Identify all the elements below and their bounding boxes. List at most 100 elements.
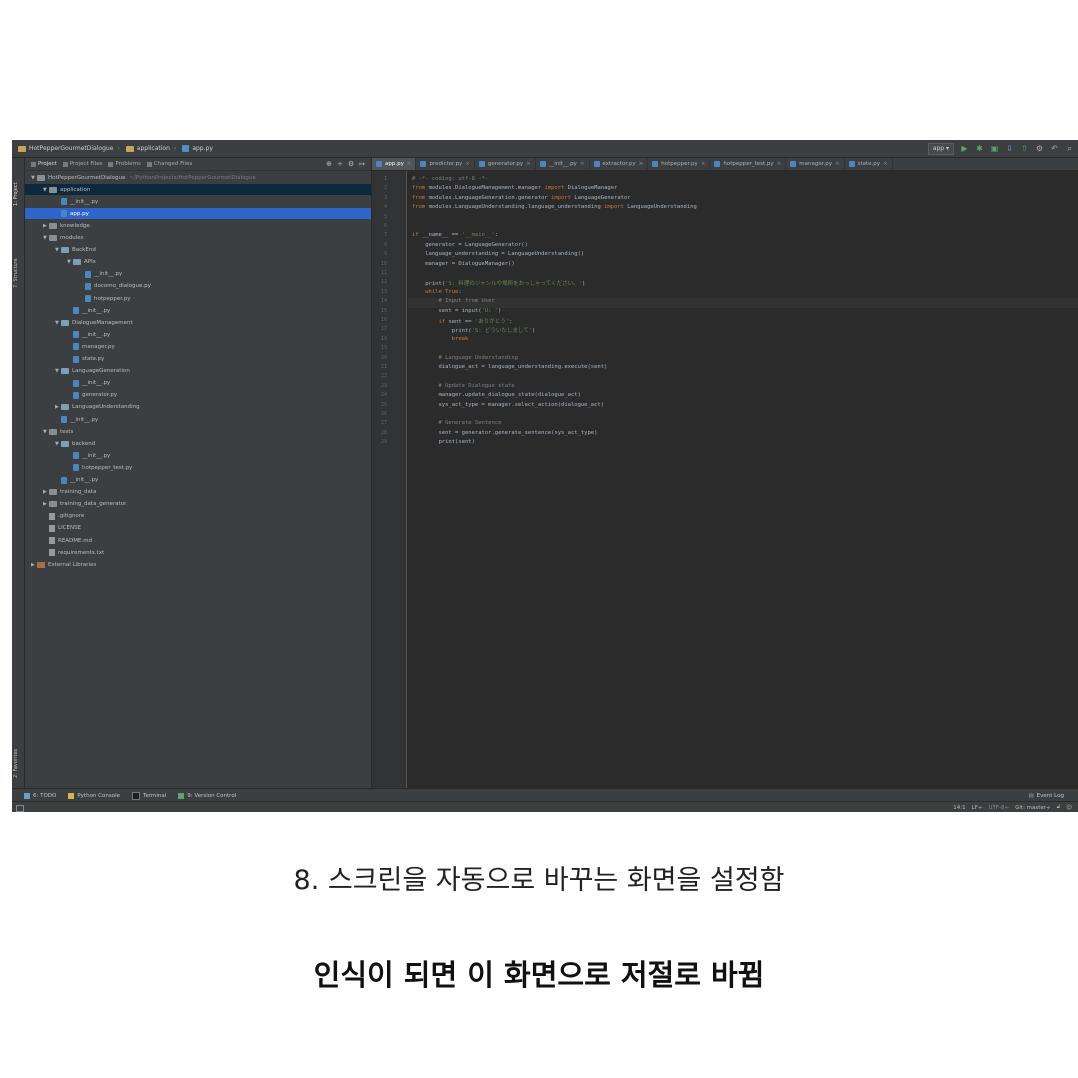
tree-item[interactable]: __init__.py — [25, 329, 371, 340]
settings-icon[interactable]: ⚙ — [1035, 144, 1044, 153]
editor-tab[interactable]: predictor.py × — [416, 158, 475, 170]
breadcrumb-project[interactable]: HotPepperGourmetDialogue › — [18, 145, 120, 152]
code-line[interactable]: if sent == 'ありがとう': — [412, 317, 512, 325]
editor-tab[interactable]: manager.py × — [786, 158, 845, 170]
code-line[interactable]: if __name__ == '__main__': — [412, 232, 498, 238]
code-line[interactable]: dialogue_act = language_understanding.ex… — [412, 364, 607, 370]
tree-item[interactable]: ▼ LanguageGeneration — [25, 366, 371, 377]
code-line[interactable]: while True: — [412, 289, 461, 295]
tree-item[interactable]: ▶ training_data_generator — [25, 499, 371, 510]
editor-tab[interactable]: state.py × — [845, 158, 893, 170]
tree-item[interactable]: ▼ DialogueManagement — [25, 317, 371, 328]
run-config-select[interactable]: app ▾ — [927, 142, 954, 155]
close-icon[interactable]: × — [580, 161, 585, 167]
tree-item[interactable]: requirements.txt — [25, 547, 371, 558]
tree-item[interactable]: ▼ modules — [25, 233, 371, 244]
code-line[interactable]: from modules.DialogueManagement.manager … — [412, 185, 617, 191]
code-line[interactable]: # Input from User — [412, 298, 494, 304]
code-line[interactable]: manager.update_dialogue_state(dialogue_a… — [412, 392, 580, 398]
editor-tab[interactable]: hotpepper.py × — [648, 158, 711, 170]
tree-item[interactable]: README.md — [25, 535, 371, 546]
code-line[interactable]: generator = LanguageGenerator() — [412, 242, 528, 248]
code-line[interactable]: # Update Dialogue state — [412, 383, 514, 389]
tree-item[interactable]: generator.py — [25, 390, 371, 401]
editor-tab[interactable]: hotpepper_test.py × — [710, 158, 787, 170]
undo-icon[interactable]: ↶ — [1050, 144, 1059, 153]
hector-icon[interactable]: ☺ — [1066, 805, 1072, 811]
tree-item[interactable]: app.py — [25, 208, 371, 220]
close-icon[interactable]: × — [701, 161, 706, 167]
tree-item[interactable]: __init__.py — [25, 196, 371, 207]
editor-tab[interactable]: generator.py × — [475, 158, 536, 170]
terminal-button[interactable]: Terminal — [132, 791, 166, 800]
project-tab[interactable]: Problems — [108, 161, 141, 167]
code-line[interactable]: sent = generator.generate_sentence(sys_a… — [412, 430, 597, 436]
tree-item[interactable]: ▼ tests — [25, 426, 371, 437]
tree-item[interactable]: __init__.py — [25, 475, 371, 486]
locate-icon[interactable]: ⊕ — [326, 160, 332, 168]
tree-item[interactable]: ▼ backend — [25, 438, 371, 449]
breadcrumb-folder[interactable]: application › — [125, 145, 176, 152]
code-line[interactable]: # -*- coding: utf-8 -*- — [412, 176, 488, 182]
hide-icon[interactable]: ↦ — [359, 160, 365, 168]
close-icon[interactable]: × — [835, 161, 840, 167]
tree-item[interactable]: ▼ APIs — [25, 257, 371, 268]
line-separator[interactable]: LF÷ — [972, 805, 983, 811]
editor-tab[interactable]: extractor.py × — [590, 158, 649, 170]
tree-item[interactable]: ▶ LanguageUnderstanding — [25, 402, 371, 413]
tree-item[interactable]: __init__.py — [25, 305, 371, 316]
code-line[interactable]: # Language Understanding — [412, 355, 517, 361]
tool-windows-icon[interactable] — [16, 805, 24, 812]
version-control-button[interactable]: 9: Version Control — [178, 792, 236, 799]
code-line[interactable]: print('S: 料理のジャンルや場所をおっしゃってください。') — [412, 279, 585, 287]
editor-tab[interactable]: __init__.py × — [536, 158, 590, 170]
code-line[interactable]: sys_act_type = manager.select_action(dia… — [412, 402, 604, 408]
tree-item[interactable]: ▶ training_data — [25, 487, 371, 498]
code-line[interactable]: # Generate Sentence — [412, 420, 501, 426]
tree-item[interactable]: state.py — [25, 354, 371, 365]
gear-icon[interactable]: ⚙ — [348, 160, 354, 168]
close-icon[interactable]: × — [883, 161, 888, 167]
tree-item[interactable]: .gitignore — [25, 511, 371, 522]
tree-item[interactable]: ▼ HotPepperGourmetDialogue ~/PythonProject… — [25, 172, 371, 183]
tree-item[interactable]: manager.py — [25, 341, 371, 352]
file-encoding[interactable]: UTF-8÷ — [988, 805, 1009, 811]
code-line[interactable]: break — [412, 336, 469, 342]
code-line[interactable]: print('S: どういたしまして') — [412, 326, 536, 334]
code-line[interactable]: from modules.LanguageGeneration.generato… — [412, 195, 631, 201]
close-icon[interactable]: × — [639, 161, 644, 167]
code-area[interactable]: # -*- coding: utf-8 -*- from modules.Dial… — [408, 171, 1078, 788]
tree-item[interactable]: __init__.py — [25, 450, 371, 461]
search-icon[interactable]: ⌕ — [1065, 144, 1074, 153]
tree-item[interactable]: ▶ External Libraries — [25, 559, 371, 570]
tree-item[interactable]: __init__.py — [25, 378, 371, 389]
breadcrumb-file[interactable]: app.py — [182, 145, 213, 152]
favorites-tool-button[interactable]: 2: Favorites — [13, 749, 19, 778]
structure-tool-button[interactable]: 7: Structure — [13, 258, 19, 288]
close-icon[interactable]: × — [465, 161, 470, 167]
vcs-update-icon[interactable]: ⇩ — [1005, 144, 1014, 153]
coverage-icon[interactable]: ▣ — [990, 144, 999, 153]
todo-tool-button[interactable]: 6: TODO — [24, 792, 56, 799]
tree-item[interactable]: ▼ application — [25, 184, 371, 196]
tree-item[interactable]: __init__.py — [25, 414, 371, 425]
close-icon[interactable]: × — [526, 161, 531, 167]
git-branch[interactable]: Git: master÷ — [1015, 805, 1051, 811]
code-line[interactable]: sent = input('U: ') — [412, 308, 501, 314]
code-line[interactable]: manager = DialogueManager() — [412, 261, 514, 267]
close-icon[interactable]: × — [777, 161, 782, 167]
project-tab[interactable]: Project — [31, 161, 57, 167]
vcs-commit-icon[interactable]: ⇧ — [1020, 144, 1029, 153]
close-icon[interactable]: × — [407, 161, 412, 167]
collapse-icon[interactable]: ÷ — [337, 160, 343, 168]
code-line[interactable]: print(sent) — [412, 439, 474, 445]
run-icon[interactable]: ▶ — [960, 144, 969, 153]
tree-item[interactable]: LICENSE — [25, 523, 371, 534]
tree-item[interactable]: __init__.py — [25, 269, 371, 280]
tree-item[interactable]: hotpepper.py — [25, 293, 371, 304]
tree-item[interactable]: hotpepper_test.py — [25, 462, 371, 473]
project-tab[interactable]: Changed Files — [146, 161, 192, 167]
project-tab[interactable]: Project Files — [62, 161, 102, 167]
code-line[interactable]: from modules.LanguageUnderstanding.langu… — [412, 204, 697, 210]
editor-tab[interactable]: app.py × — [372, 158, 417, 170]
